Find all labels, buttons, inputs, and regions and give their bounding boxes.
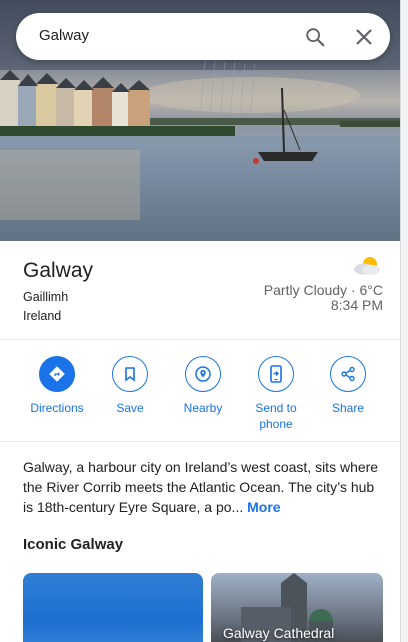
scrollbar-track[interactable]: [400, 0, 408, 642]
search-button[interactable]: [302, 24, 328, 50]
send-to-phone-icon: [270, 365, 282, 383]
place-panel: Galway Galway Gaillimh Ireland Partly Cl…: [0, 0, 400, 642]
directions-label: Directions: [30, 401, 84, 415]
divider: [0, 339, 400, 340]
share-icon: [341, 366, 355, 382]
close-button[interactable]: [351, 24, 377, 50]
place-title: Galway: [23, 259, 94, 282]
search-input[interactable]: Galway: [39, 27, 89, 44]
search-icon: [306, 28, 325, 47]
search-bar: Galway: [16, 13, 390, 60]
weather-time: 8:34 PM: [330, 297, 383, 313]
nearby-icon: [195, 366, 211, 382]
close-icon: [356, 29, 372, 45]
send-to-phone-button[interactable]: Send to phone: [241, 356, 311, 432]
card-label: Galway Cathedral: [223, 625, 335, 641]
save-label: Save: [116, 401, 144, 415]
directions-button[interactable]: Directions: [22, 356, 92, 416]
bookmark-icon: [125, 367, 135, 382]
send-to-phone-circle: [258, 356, 294, 392]
share-circle: [330, 356, 366, 392]
share-button[interactable]: Share: [313, 356, 383, 416]
description-text: Galway, a harbour city on Ireland’s west…: [23, 459, 379, 515]
directions-icon: [49, 366, 65, 382]
directions-circle: [39, 356, 75, 392]
iconic-card-galway-cathedral[interactable]: Galway Cathedral: [211, 573, 383, 642]
divider: [0, 441, 400, 442]
partly-cloudy-icon: [354, 257, 380, 275]
section-title: Iconic Galway: [23, 536, 124, 553]
place-description: Galway, a harbour city on Ireland’s west…: [23, 457, 383, 517]
place-irish-name: Gaillimh: [23, 290, 69, 304]
send-to-phone-label: Send to phone: [255, 401, 297, 431]
more-link[interactable]: More: [247, 499, 280, 515]
place-country: Ireland: [23, 309, 62, 323]
save-circle: [112, 356, 148, 392]
iconic-card[interactable]: [23, 573, 203, 642]
nearby-button[interactable]: Nearby: [168, 356, 238, 416]
share-label: Share: [331, 401, 365, 415]
weather-condition: Partly Cloudy · 6°C: [263, 282, 383, 298]
nearby-circle: [185, 356, 221, 392]
nearby-label: Nearby: [183, 401, 223, 415]
save-button[interactable]: Save: [95, 356, 165, 416]
